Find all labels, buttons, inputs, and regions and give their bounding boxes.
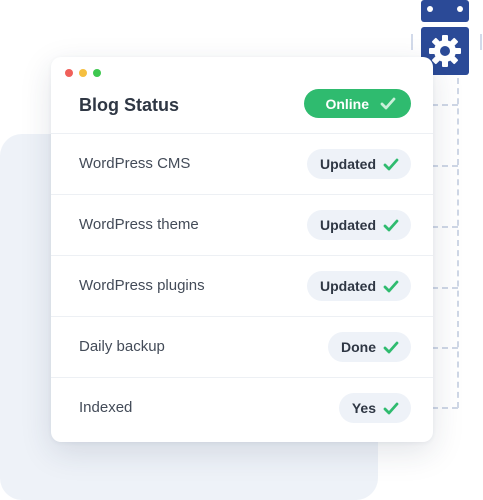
status-row-wordpress-plugins: WordPress plugins Updated [51,256,433,317]
status-row-label: Daily backup [79,338,165,355]
status-badge-text: Updated [320,156,376,172]
connector-line [432,226,458,228]
connector-line [432,287,458,289]
maximize-dot-icon[interactable] [93,69,101,77]
status-badge-text: Yes [351,400,376,416]
status-row-label: WordPress CMS [79,155,191,172]
check-icon [383,219,399,232]
status-badge: Updated [307,271,411,301]
window-controls [65,69,101,77]
connector-line [432,407,458,409]
status-badge-text: Updated [320,278,376,294]
close-dot-icon[interactable] [65,69,73,77]
online-status-label: Online [325,95,369,112]
connector-line [457,78,459,408]
status-row-wordpress-cms: WordPress CMS Updated [51,134,433,195]
status-row-wordpress-theme: WordPress theme Updated [51,195,433,256]
status-badge: Done [328,332,411,362]
status-badge: Updated [307,149,411,179]
card-header: Blog Status Online [51,77,433,134]
check-icon [383,341,399,354]
connector-line [432,104,458,106]
status-row-label: WordPress theme [79,216,199,233]
check-icon [380,97,396,110]
check-icon [383,158,399,171]
online-status-badge: Online [304,89,411,118]
status-row-daily-backup: Daily backup Done [51,317,433,378]
connector-line [432,347,458,349]
status-badge-text: Updated [320,217,376,233]
status-row-label: WordPress plugins [79,277,205,294]
connector-line [432,165,458,167]
minimize-dot-icon[interactable] [79,69,87,77]
status-row-indexed: Indexed Yes [51,378,433,438]
card-title: Blog Status [79,95,180,115]
status-badge: Updated [307,210,411,240]
status-badge: Yes [338,393,411,423]
check-icon [383,280,399,293]
blog-status-card: Blog Status Online WordPress CMS Updated… [51,57,433,442]
status-list: WordPress CMS Updated WordPress theme Up… [51,134,433,438]
status-row-label: Indexed [79,399,133,416]
check-icon [383,402,399,415]
status-badge-text: Done [341,339,376,355]
